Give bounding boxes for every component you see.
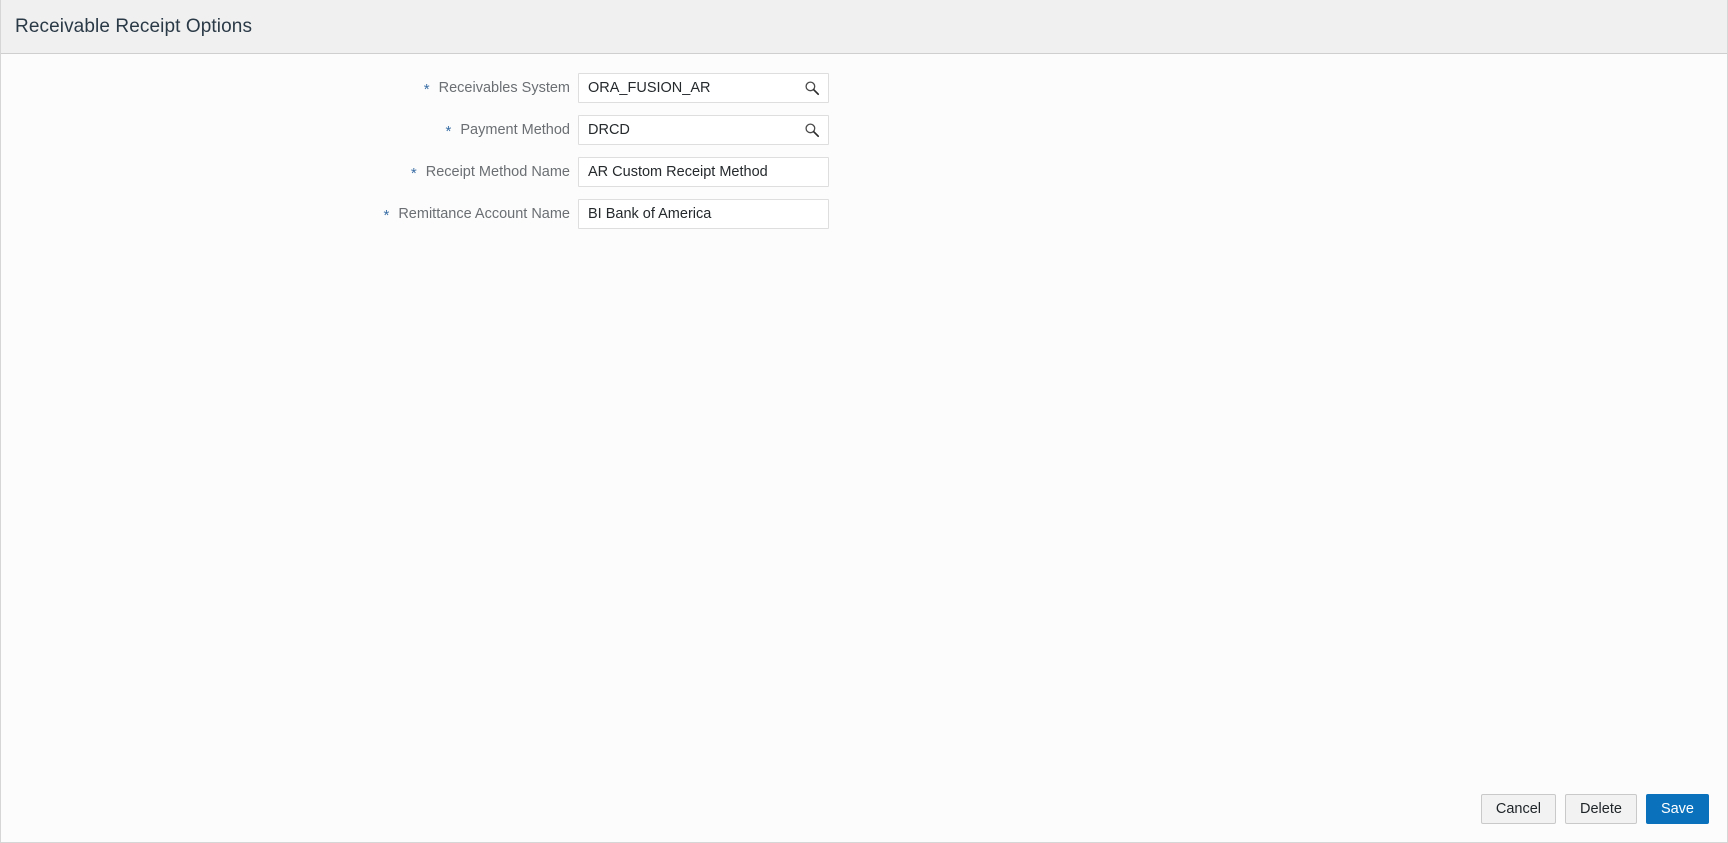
field-cell-receivables-system: ORA_FUSION_AR [578, 73, 829, 103]
required-marker: * [383, 207, 390, 224]
page-title: Receivable Receipt Options [15, 16, 253, 37]
search-icon[interactable] [804, 80, 820, 96]
footer-actions: Cancel Delete Save [1480, 794, 1709, 824]
search-icon[interactable] [804, 122, 820, 138]
required-marker: * [410, 165, 417, 182]
label-cell-remittance-account-name: * Remittance Account Name [1, 206, 578, 224]
label-cell-receipt-method-name: * Receipt Method Name [1, 164, 578, 182]
receipt-method-name-input[interactable]: AR Custom Receipt Method [578, 157, 829, 187]
form-row-receipt-method-name: * Receipt Method Name AR Custom Receipt … [1, 151, 1727, 193]
receivable-receipt-options-page: Receivable Receipt Options * Receivables… [0, 0, 1728, 843]
cancel-button[interactable]: Cancel [1480, 794, 1557, 824]
receivables-system-input[interactable]: ORA_FUSION_AR [578, 73, 829, 103]
page-body: * Receivables System ORA_FUSION_AR * Pay… [1, 54, 1727, 842]
label-receipt-method-name: Receipt Method Name [425, 164, 570, 180]
payment-method-input[interactable]: DRCD [578, 115, 829, 145]
field-cell-receipt-method-name: AR Custom Receipt Method [578, 157, 829, 187]
remittance-account-name-input[interactable]: BI Bank of America [578, 199, 829, 229]
form-row-receivables-system: * Receivables System ORA_FUSION_AR [1, 67, 1727, 109]
required-marker: * [423, 81, 430, 98]
page-header: Receivable Receipt Options [1, 0, 1727, 54]
receipt-options-form: * Receivables System ORA_FUSION_AR * Pay… [1, 67, 1727, 235]
field-cell-payment-method: DRCD [578, 115, 829, 145]
form-row-payment-method: * Payment Method DRCD [1, 109, 1727, 151]
label-remittance-account-name: Remittance Account Name [398, 206, 570, 222]
save-button[interactable]: Save [1645, 794, 1709, 824]
label-cell-receivables-system: * Receivables System [1, 80, 578, 98]
form-row-remittance-account-name: * Remittance Account Name BI Bank of Ame… [1, 193, 1727, 235]
label-payment-method: Payment Method [460, 122, 570, 138]
label-cell-payment-method: * Payment Method [1, 122, 578, 140]
required-marker: * [445, 123, 452, 140]
field-cell-remittance-account-name: BI Bank of America [578, 199, 829, 229]
label-receivables-system: Receivables System [438, 80, 570, 96]
delete-button[interactable]: Delete [1565, 794, 1637, 824]
